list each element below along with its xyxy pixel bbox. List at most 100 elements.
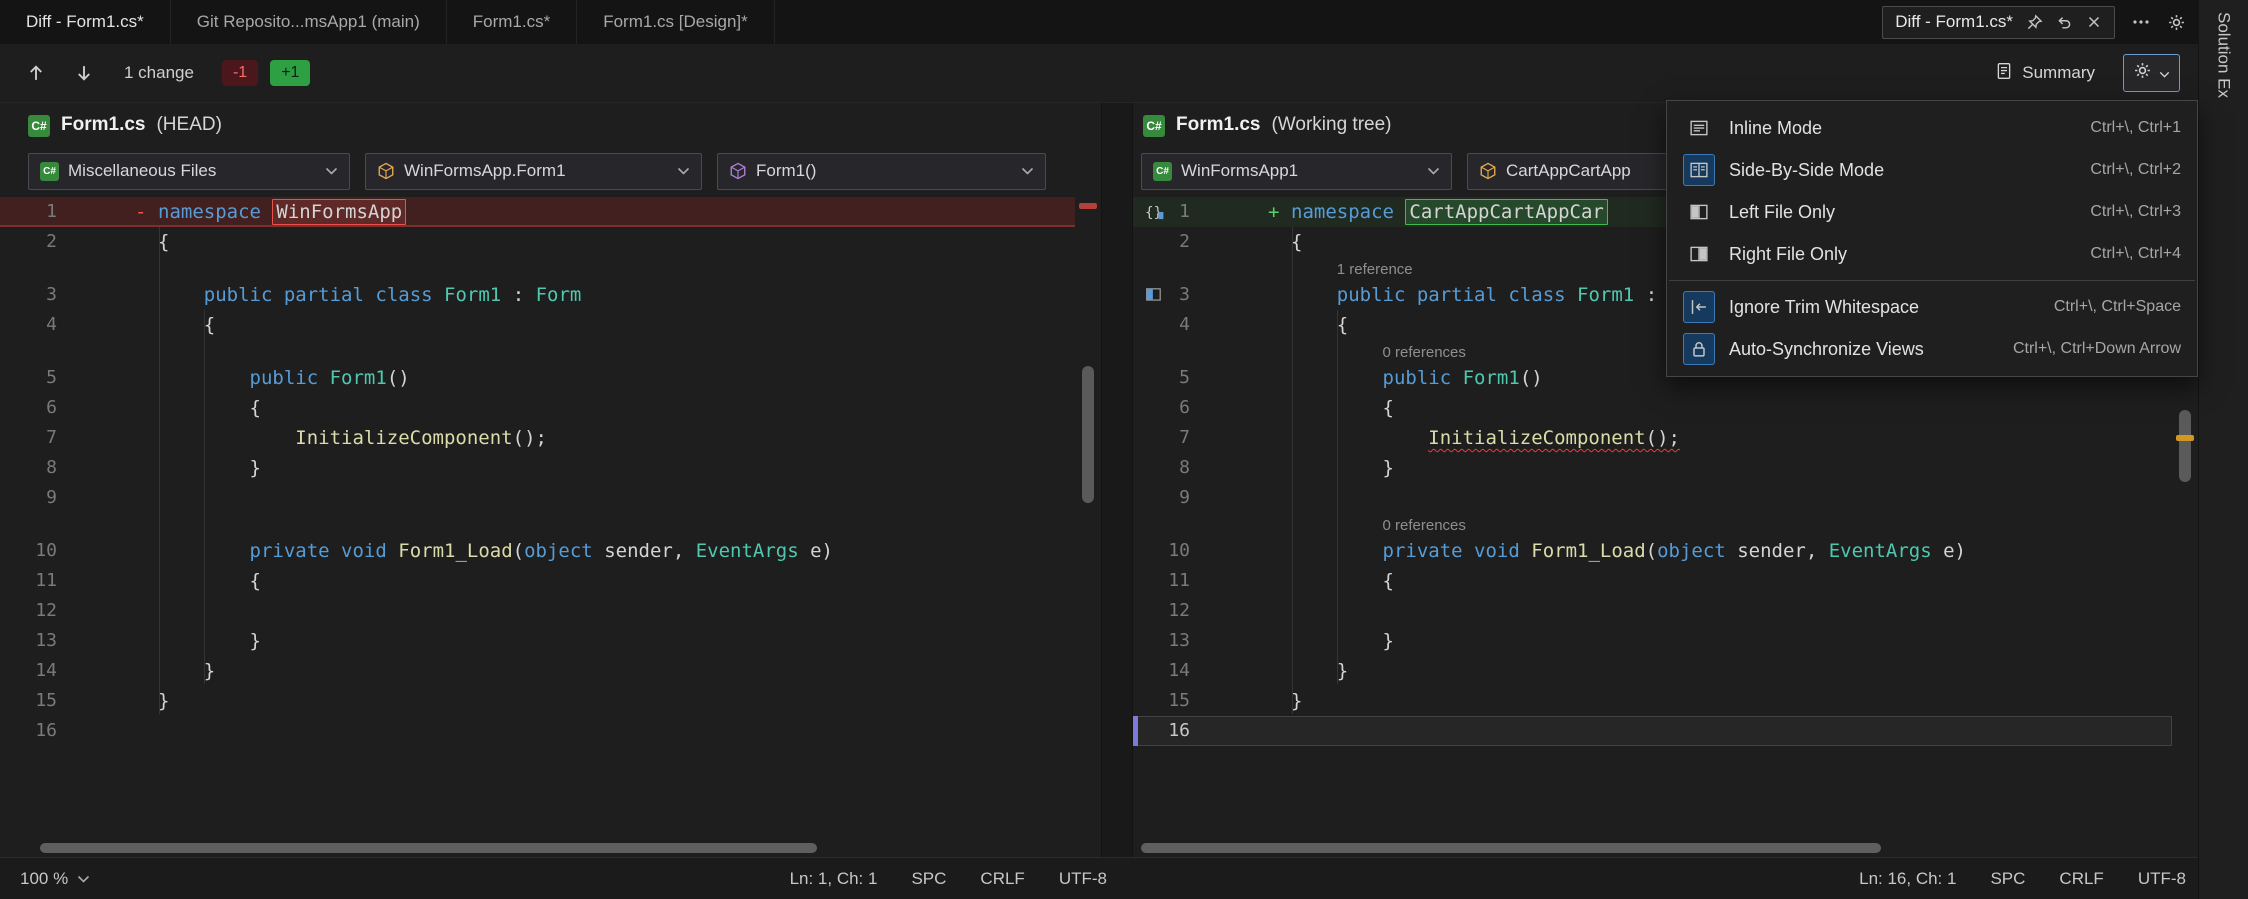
codelens-label[interactable]: 0 references	[1291, 515, 1466, 536]
left-code-editor[interactable]: 1-namespace WinFormsApp2{ 3 public partia…	[0, 195, 1101, 857]
menu-item-ignore-trim-whitespace[interactable]: Ignore Trim WhitespaceCtrl+\, Ctrl+Space	[1667, 286, 2197, 328]
window-settings-gear-icon[interactable]	[2167, 13, 2186, 32]
line-number[interactable]: 7	[1133, 423, 1208, 453]
breadcrumb-dropdown-form1[interactable]: Form1()	[717, 153, 1046, 190]
line-number[interactable]: 14	[1133, 656, 1208, 686]
code-line-left-16[interactable]: 16	[0, 716, 1075, 746]
line-number[interactable]: 10	[1133, 536, 1208, 566]
menu-item-side-by-side-mode[interactable]: Side-By-Side ModeCtrl+\, Ctrl+2	[1667, 149, 2197, 191]
line-number[interactable]: 13	[1133, 626, 1208, 656]
pane-splitter[interactable]	[1101, 103, 1133, 857]
code-line-right-7[interactable]: 7 InitializeComponent();	[1133, 423, 2172, 453]
tab-form1-cs[interactable]: Form1.cs*	[447, 0, 577, 44]
tab-git-reposito-msapp1-main[interactable]: Git Reposito...msApp1 (main)	[171, 0, 447, 44]
line-number[interactable]: 4	[1133, 310, 1208, 340]
code-token	[1463, 540, 1474, 562]
menu-item-right-file-only[interactable]: Right File OnlyCtrl+\, Ctrl+4	[1667, 233, 2197, 275]
line-number[interactable]: 4	[0, 310, 75, 340]
line-number[interactable]: 16	[0, 716, 75, 746]
zoom-selector[interactable]: 100 %	[20, 869, 90, 889]
menu-item-left-file-only[interactable]: Left File OnlyCtrl+\, Ctrl+3	[1667, 191, 2197, 233]
code-line-left-11[interactable]: 11 {	[0, 566, 1075, 596]
code-line-left-4[interactable]: 4 {	[0, 310, 1075, 340]
code-line-right-15[interactable]: 15}	[1133, 686, 2172, 716]
code-line-left-12[interactable]: 12	[0, 596, 1075, 626]
left-vertical-scrollbar[interactable]	[1075, 195, 1101, 839]
code-line-left-2[interactable]: 2{	[0, 227, 1075, 257]
codelens-label[interactable]: 0 references	[1291, 342, 1466, 363]
left-horizontal-scroll-thumb[interactable]	[40, 843, 817, 853]
line-number[interactable]: 9	[1133, 483, 1208, 513]
code-line-right-11[interactable]: 11 {	[1133, 566, 2172, 596]
close-icon[interactable]	[2086, 14, 2102, 30]
undo-arrow-icon[interactable]	[2056, 14, 2073, 31]
breadcrumb-dropdown-winformsapp1[interactable]: C#WinFormsApp1	[1141, 153, 1452, 190]
diff-settings-button[interactable]	[2123, 54, 2180, 92]
code-line-right-8[interactable]: 8 }	[1133, 453, 2172, 483]
line-number[interactable]: 9	[0, 483, 75, 513]
line-number[interactable]: 10	[0, 536, 75, 566]
line-number[interactable]: 11	[1133, 566, 1208, 596]
tab-diff-form1-cs[interactable]: Diff - Form1.cs*	[0, 0, 171, 44]
line-number[interactable]: 7	[0, 423, 75, 453]
code-line-right-10[interactable]: 10 private void Form1_Load(object sender…	[1133, 536, 2172, 566]
code-line-left-14[interactable]: 14 }	[0, 656, 1075, 686]
left-vertical-scroll-thumb[interactable]	[1082, 366, 1094, 503]
line-number[interactable]: 13	[0, 626, 75, 656]
line-number[interactable]: 2	[0, 227, 75, 257]
line-number[interactable]: 12	[0, 596, 75, 626]
code-line-left-3[interactable]: 3 public partial class Form1 : Form	[0, 280, 1075, 310]
tab-form1-cs-design[interactable]: Form1.cs [Design]*	[577, 0, 775, 44]
right-horizontal-scroll-thumb[interactable]	[1141, 843, 1881, 853]
line-number[interactable]: 15	[1133, 686, 1208, 716]
right-vertical-scroll-thumb[interactable]	[2179, 410, 2191, 482]
diff-marker	[1268, 393, 1291, 423]
code-line-right-13[interactable]: 13 }	[1133, 626, 2172, 656]
summary-button[interactable]: Summary	[1987, 57, 2103, 90]
line-number[interactable]: 2	[1133, 227, 1208, 257]
line-number[interactable]: 5	[1133, 363, 1208, 393]
active-document-tab[interactable]: Diff - Form1.cs*	[1882, 6, 2115, 39]
code-token	[1497, 284, 1508, 306]
breadcrumb-dropdown-miscellaneous-files[interactable]: C#Miscellaneous Files	[28, 153, 350, 190]
code-line-right-14[interactable]: 14 }	[1133, 656, 2172, 686]
more-actions-icon[interactable]	[2131, 12, 2151, 32]
code-line-left-6[interactable]: 6 {	[0, 393, 1075, 423]
codelens-row	[0, 340, 1075, 363]
pin-icon[interactable]	[2026, 14, 2043, 31]
menu-item-inline-mode[interactable]: Inline ModeCtrl+\, Ctrl+1	[1667, 107, 2197, 149]
code-line-left-7[interactable]: 7 InitializeComponent();	[0, 423, 1075, 453]
line-number[interactable]: 3	[0, 280, 75, 310]
code-line-left-1[interactable]: 1-namespace WinFormsApp	[0, 197, 1075, 227]
code-line-left-10[interactable]: 10 private void Form1_Load(object sender…	[0, 536, 1075, 566]
line-number[interactable]: 8	[1133, 453, 1208, 483]
line-number[interactable]: 1	[0, 197, 75, 227]
line-number[interactable]: 6	[0, 393, 75, 423]
codelens-label[interactable]: 1 reference	[1291, 259, 1413, 280]
code-line-left-5[interactable]: 5 public Form1()	[0, 363, 1075, 393]
line-number[interactable]: 8	[0, 453, 75, 483]
line-number[interactable]: 11	[0, 566, 75, 596]
code-line-left-9[interactable]: 9	[0, 483, 1075, 513]
line-number[interactable]: 12	[1133, 596, 1208, 626]
line-number[interactable]: 5	[0, 363, 75, 393]
line-number[interactable]: 16	[1133, 716, 1208, 746]
right-horizontal-scrollbar[interactable]	[1133, 839, 2172, 857]
line-number[interactable]: 14	[0, 656, 75, 686]
code-line-left-13[interactable]: 13 }	[0, 626, 1075, 656]
code-line-right-9[interactable]: 9	[1133, 483, 2172, 513]
code-line-left-8[interactable]: 8 }	[0, 453, 1075, 483]
next-change-button[interactable]	[66, 55, 102, 91]
previous-change-button[interactable]	[18, 55, 54, 91]
line-number[interactable]: 15	[0, 686, 75, 716]
code-line-left-15[interactable]: 15}	[0, 686, 1075, 716]
breadcrumb-dropdown-winformsapp-form1[interactable]: WinFormsApp.Form1	[365, 153, 702, 190]
menu-item-auto-synchronize-views[interactable]: Auto-Synchronize ViewsCtrl+\, Ctrl+Down …	[1667, 328, 2197, 370]
code-token	[433, 284, 444, 306]
line-number[interactable]: 6	[1133, 393, 1208, 423]
solution-explorer-tab[interactable]: Solution Ex	[2198, 0, 2248, 899]
code-line-right-16[interactable]: 16	[1133, 716, 2172, 746]
left-horizontal-scrollbar[interactable]	[0, 839, 1075, 857]
code-line-right-6[interactable]: 6 {	[1133, 393, 2172, 423]
code-line-right-12[interactable]: 12	[1133, 596, 2172, 626]
